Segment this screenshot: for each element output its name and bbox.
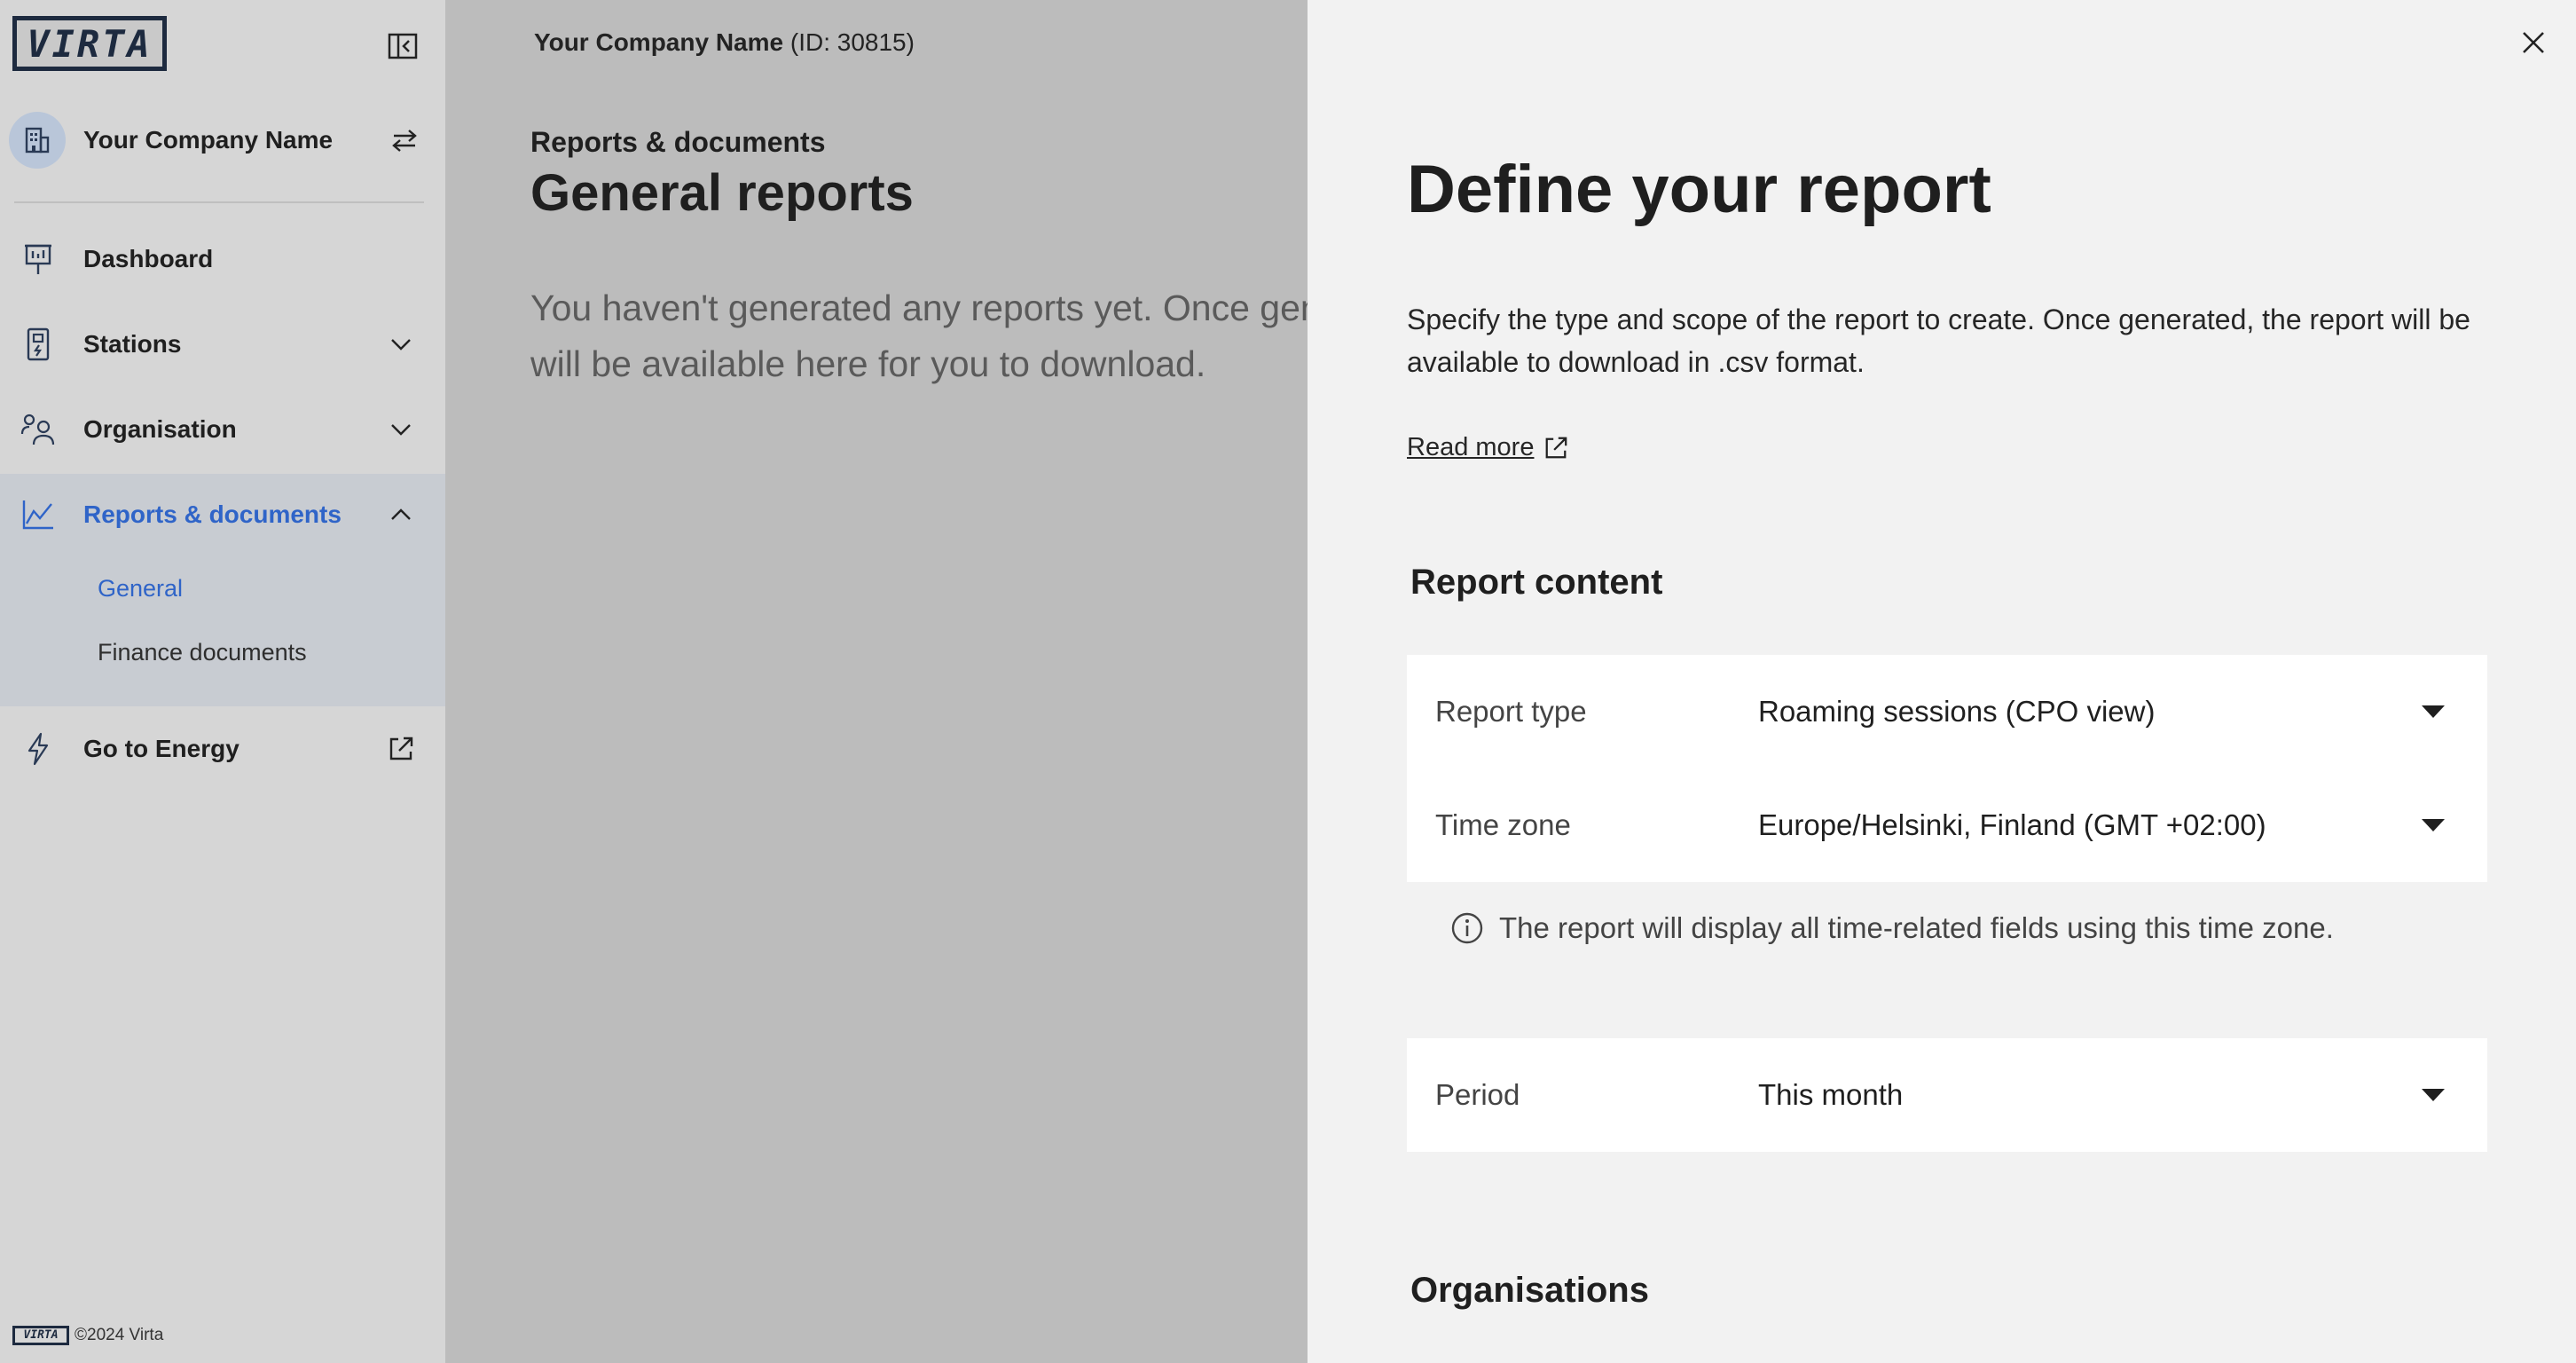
time-zone-select[interactable]: Time zone Europe/Helsinki, Finland (GMT … (1407, 768, 2487, 882)
logo-text: VIRTA (27, 21, 153, 66)
report-settings-card: Report type Roaming sessions (CPO view) … (1407, 655, 2487, 882)
read-more-label: Read more (1407, 433, 1535, 461)
presentation-icon (20, 240, 57, 278)
sidebar-item-label: Organisation (83, 415, 237, 443)
org-id: (ID: 30815) (789, 28, 915, 56)
organisation-header: Your Company Name (ID: 30815) (534, 28, 915, 57)
people-icon (20, 411, 57, 448)
field-value: Europe/Helsinki, Finland (GMT +02:00) (1758, 808, 2266, 841)
external-link-icon (1543, 435, 1569, 461)
sidebar-item-go-to-energy[interactable]: Go to Energy (0, 706, 445, 792)
lightning-icon (20, 730, 57, 768)
virta-logo[interactable]: VIRTA (12, 16, 167, 71)
define-report-drawer: Define your report Specify the type and … (1308, 0, 2576, 1363)
report-type-select[interactable]: Report type Roaming sessions (CPO view) (1407, 655, 2487, 768)
company-name: Your Company Name (83, 126, 334, 154)
field-value: This month (1758, 1078, 1904, 1111)
sidebar-item-reports[interactable]: Reports & documents (0, 472, 445, 557)
report-content-heading: Report content (1410, 563, 1663, 602)
chevron-down-icon (383, 412, 419, 447)
sidebar-item-label: Stations (83, 330, 182, 358)
chevron-down-icon (383, 327, 419, 362)
info-text: The report will display all time-related… (1499, 911, 2334, 944)
empty-state-text: You haven't generated any reports yet. O… (530, 288, 1308, 384)
close-icon[interactable] (2516, 25, 2551, 60)
sidebar-footer: VIRTA ©2024 Virta (12, 1326, 163, 1345)
time-zone-info: The report will display all time-related… (1449, 910, 2334, 946)
field-label: Period (1435, 1078, 1520, 1111)
field-value: Roaming sessions (CPO view) (1758, 695, 2156, 728)
chart-icon (20, 496, 57, 533)
chevron-up-icon (383, 497, 419, 532)
field-label: Report type (1435, 695, 1587, 728)
sidebar: VIRTA Your Company Name Dashboard Statio… (0, 0, 445, 1363)
breadcrumb: Reports & documents (530, 126, 826, 158)
organisations-heading: Organisations (1410, 1271, 1649, 1310)
read-more-link[interactable]: Read more (1407, 433, 1569, 462)
collapse-sidebar-icon[interactable] (385, 28, 420, 64)
charging-station-icon (20, 326, 57, 363)
drawer-description: Specify the type and scope of the report… (1407, 303, 2470, 378)
info-icon (1449, 910, 1485, 946)
company-selector[interactable]: Your Company Name (9, 110, 426, 170)
sidebar-item-stations[interactable]: Stations (0, 302, 445, 387)
footer-logo: VIRTA (12, 1326, 69, 1345)
sidebar-item-label: Reports & documents (83, 500, 342, 528)
caret-down-icon (2422, 705, 2445, 718)
sidebar-item-label: Dashboard (83, 245, 214, 272)
sidebar-divider (14, 201, 424, 203)
sidebar-subitem-general[interactable]: General (98, 575, 183, 603)
period-select[interactable]: Period This month (1407, 1038, 2487, 1152)
caret-down-icon (2422, 819, 2445, 831)
period-card: Period This month (1407, 1038, 2487, 1152)
drawer-title: Define your report (1407, 152, 1991, 227)
sidebar-item-dashboard[interactable]: Dashboard (0, 217, 445, 302)
page-title: General reports (530, 164, 914, 222)
sidebar-item-organisation[interactable]: Organisation (0, 387, 445, 472)
field-label: Time zone (1435, 808, 1571, 841)
copyright-text: ©2024 Virta (75, 1326, 164, 1344)
switch-arrows-icon[interactable] (385, 122, 424, 158)
building-icon (9, 112, 66, 169)
external-link-icon (383, 731, 419, 767)
sidebar-subitem-finance-documents[interactable]: Finance documents (98, 639, 307, 666)
main-content-overlay[interactable]: Your Company Name (ID: 30815) Reports & … (445, 0, 1308, 1363)
sidebar-item-label: Go to Energy (83, 735, 240, 762)
org-name: Your Company Name (534, 28, 784, 56)
caret-down-icon (2422, 1089, 2445, 1101)
